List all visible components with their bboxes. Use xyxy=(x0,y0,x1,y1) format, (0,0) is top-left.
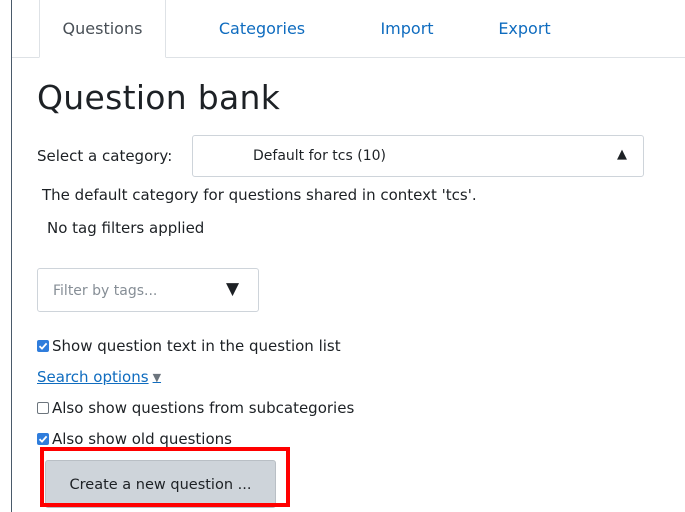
tag-filter-placeholder: Filter by tags... xyxy=(53,283,158,299)
search-options-link[interactable]: Search options ▼ xyxy=(37,368,161,386)
show-question-text-checkbox[interactable] xyxy=(37,340,49,352)
old-questions-label: Also show old questions xyxy=(52,430,232,448)
create-new-question-button[interactable]: Create a new question ... xyxy=(45,460,276,508)
old-questions-option[interactable]: Also show old questions xyxy=(37,430,232,448)
select-arrows-icon: ▲︎ xyxy=(617,147,627,162)
category-select-value: Default for tcs (10) xyxy=(253,148,386,164)
category-select[interactable]: Default for tcs (10) ▲︎ xyxy=(192,135,644,177)
content-frame: Questions Categories Import Export Quest… xyxy=(11,0,685,512)
show-question-text-label: Show question text in the question list xyxy=(52,337,341,355)
show-question-text-option[interactable]: Show question text in the question list xyxy=(37,337,341,355)
caret-down-icon: ▼ xyxy=(152,370,162,384)
tab-export[interactable]: Export xyxy=(492,0,557,57)
category-description: The default category for questions share… xyxy=(42,186,477,204)
category-label: Select a category: xyxy=(37,147,173,165)
tab-bar: Questions Categories Import Export xyxy=(12,0,685,58)
tab-categories[interactable]: Categories xyxy=(207,0,317,57)
tab-questions[interactable]: Questions xyxy=(39,0,166,58)
check-icon xyxy=(38,342,48,350)
check-icon xyxy=(38,435,48,443)
old-questions-checkbox[interactable] xyxy=(37,433,49,445)
tag-filter-status: No tag filters applied xyxy=(47,219,205,237)
search-options-label: Search options xyxy=(37,368,149,386)
subcategories-checkbox[interactable] xyxy=(37,402,49,414)
subcategories-option[interactable]: Also show questions from subcategories xyxy=(37,399,354,417)
page-title: Question bank xyxy=(37,78,281,117)
tab-import[interactable]: Import xyxy=(367,0,447,57)
dropdown-triangle-icon[interactable]: ▼ xyxy=(226,279,239,299)
tag-filter-input[interactable]: Filter by tags... ▼ xyxy=(37,268,259,312)
subcategories-label: Also show questions from subcategories xyxy=(52,399,355,417)
